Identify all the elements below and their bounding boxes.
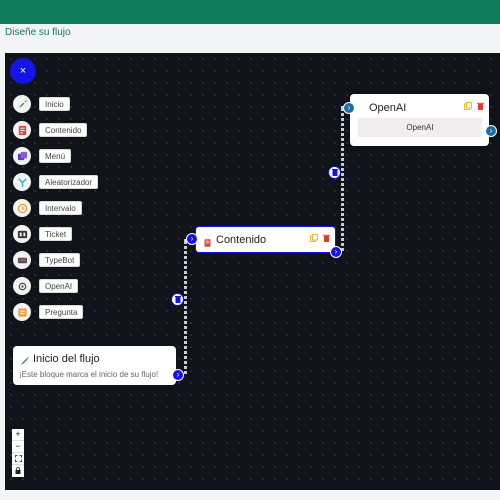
openai-icon <box>13 277 31 295</box>
ticket-icon <box>13 225 31 243</box>
typebot-icon <box>13 251 31 269</box>
palette-item-label: Aleatorizador <box>39 175 99 189</box>
palette-item-inicio[interactable]: Inicio <box>13 95 70 113</box>
rocket-icon <box>13 95 31 113</box>
menu-icon <box>13 147 31 165</box>
palette-item-menu[interactable]: Menú <box>13 147 72 165</box>
fit-view-button[interactable] <box>12 453 24 465</box>
openai-node-input-handle[interactable]: › <box>343 102 355 114</box>
palette-item-aleatorizador[interactable]: Aleatorizador <box>13 173 99 191</box>
content-node-title: Contenido <box>216 234 267 246</box>
start-node-subtitle: ¡Este bloque marca el inicio de su flujo… <box>19 370 159 379</box>
palette-item-label: TypeBot <box>39 253 81 267</box>
page-title: Diseñe su flujo <box>5 27 71 38</box>
content-icon <box>13 121 31 139</box>
copy-icon[interactable] <box>464 97 472 115</box>
start-node-title: Inicio del flujo <box>33 353 100 365</box>
content-node[interactable]: Contenido <box>195 226 336 253</box>
openai-node-title: OpenAI <box>369 102 407 114</box>
openai-node-body: OpenAI <box>358 118 482 137</box>
randomizer-icon <box>13 173 31 191</box>
question-icon <box>13 303 31 321</box>
trash-icon[interactable] <box>323 229 330 247</box>
palette-item-ticket[interactable]: Ticket <box>13 225 73 243</box>
delete-edge-button[interactable] <box>328 166 341 179</box>
palette-item-pregunta[interactable]: Pregunta <box>13 303 84 321</box>
palette-item-openai[interactable]: OpenAI <box>13 277 79 295</box>
lock-icon <box>15 467 21 474</box>
trash-icon[interactable] <box>477 97 484 115</box>
clock-icon <box>13 199 31 217</box>
lock-button[interactable] <box>12 465 24 477</box>
copy-icon[interactable] <box>310 229 318 247</box>
fit-view-icon <box>14 455 22 462</box>
content-node-input-handle[interactable]: › <box>186 233 198 245</box>
palette-item-label: Intervalo <box>39 201 82 215</box>
palette-item-label: Inicio <box>39 97 70 111</box>
edge-start-content <box>184 241 187 375</box>
openai-node[interactable]: OpenAI OpenAI <box>350 94 489 146</box>
palette-item-label: OpenAI <box>39 279 79 293</box>
palette-item-contenido[interactable]: Contenido <box>13 121 88 139</box>
close-button[interactable]: × <box>10 58 36 84</box>
palette-item-label: Menú <box>39 149 72 163</box>
top-bar <box>0 0 500 24</box>
palette-item-intervalo[interactable]: Intervalo <box>13 199 82 217</box>
content-node-output-handle[interactable]: › <box>330 246 342 258</box>
content-icon <box>203 235 212 253</box>
openai-node-output-handle[interactable]: › <box>485 125 497 137</box>
palette-item-label: Ticket <box>39 227 73 241</box>
zoom-out-button[interactable]: − <box>12 441 24 453</box>
start-node[interactable]: Inicio del flujo ¡Este bloque marca el i… <box>13 346 176 385</box>
palette-item-typebot[interactable]: TypeBot <box>13 251 81 269</box>
start-node-output-handle[interactable]: › <box>172 369 184 381</box>
edge-content-openai <box>341 108 344 251</box>
palette-item-label: Contenido <box>39 123 88 137</box>
zoom-in-button[interactable]: + <box>12 429 24 441</box>
palette-item-label: Pregunta <box>39 305 84 319</box>
delete-edge-button[interactable] <box>171 293 184 306</box>
